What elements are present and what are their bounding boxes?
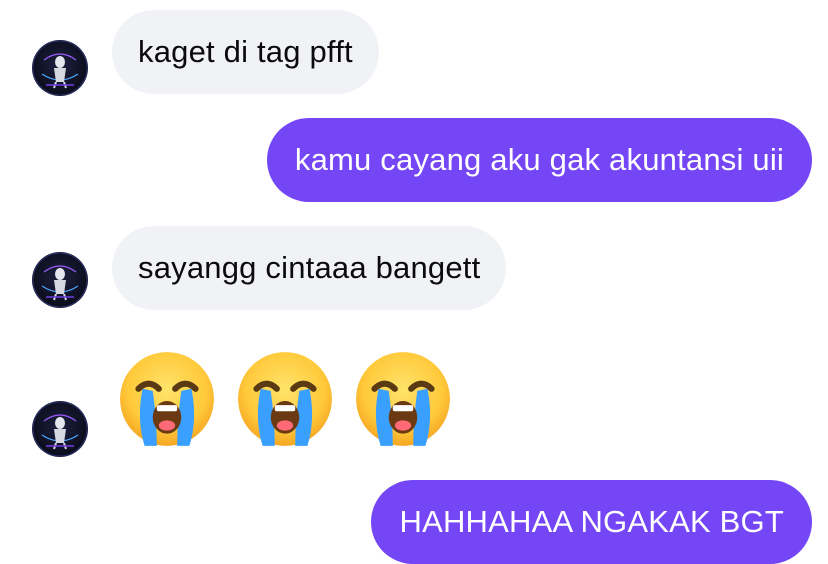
avatar-astronaut-icon — [32, 40, 88, 96]
message-text: kamu cayang aku gak akuntansi uii — [294, 142, 784, 177]
loudly-crying-face-icon — [238, 352, 332, 446]
avatar-astronaut-icon — [32, 252, 88, 308]
outgoing-message-bubble[interactable]: kamu cayang aku gak akuntansi uii — [266, 118, 812, 202]
emoji-message[interactable] — [116, 348, 454, 450]
sender-avatar[interactable] — [32, 401, 88, 457]
sender-avatar[interactable] — [32, 252, 88, 308]
message-text: kaget di tag pfft — [138, 34, 353, 69]
avatar-astronaut-icon — [32, 401, 88, 457]
message-text: sayangg cintaaa bangett — [138, 250, 481, 285]
message-text: HAHHAHAA NGAKAK BGT — [399, 504, 784, 539]
outgoing-message-bubble[interactable]: HAHHAHAA NGAKAK BGT — [371, 480, 812, 564]
sender-avatar[interactable] — [32, 40, 88, 96]
incoming-message-bubble[interactable]: sayangg cintaaa bangett — [112, 226, 507, 310]
loudly-crying-face-icon — [120, 352, 214, 446]
incoming-message-bubble[interactable]: kaget di tag pfft — [112, 10, 379, 94]
loudly-crying-face-icon — [356, 352, 450, 446]
